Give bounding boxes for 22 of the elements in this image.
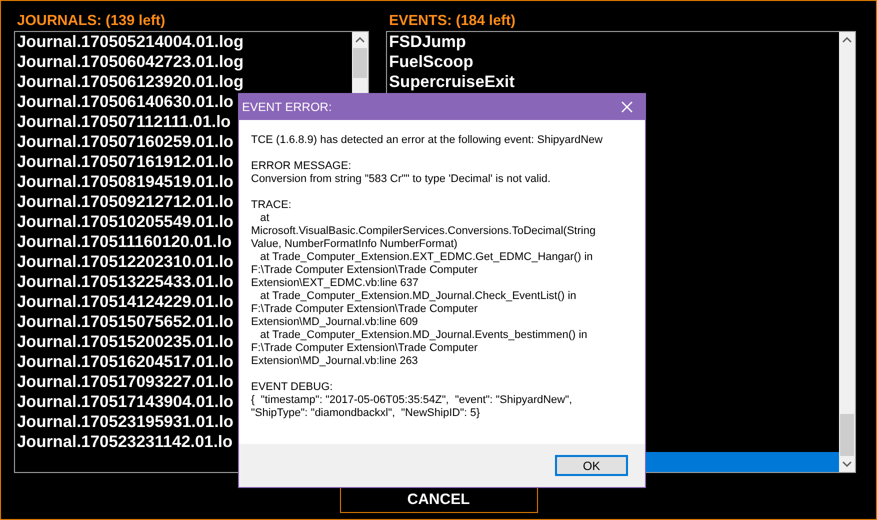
message-line: Conversion from string "583 Cr"" to type 'Decimal' is not valid. xyxy=(251,173,552,186)
message-line: Value, NumberFormatInfo NumberFormat) xyxy=(251,238,458,251)
message-line: at Trade_Computer_Extension.MD_Journal.Check_EventList() in xyxy=(259,290,578,303)
message-line: at Trade_Computer_Extension.EXT_EDMC.Get_EDMC_Hangar() in xyxy=(259,251,594,264)
dialog-title: EVENT ERROR: xyxy=(242,100,332,114)
journals-title: JOURNALS: (139 left) xyxy=(16,12,166,31)
message-line: TRACE: xyxy=(251,199,292,212)
message-line: Extension\MD_Journal.vb:line 263 xyxy=(251,355,419,368)
message-line: { "timestamp": "2017-05-06T05:35:54Z", "event": "ShipyardNew", xyxy=(251,394,574,407)
message-line: F:\Trade Computer Extension\Trade Computer xyxy=(251,303,479,316)
message-line: Extension\EXT_EDMC.vb:line 637 xyxy=(251,277,420,290)
events-title: EVENTS: (184 left) xyxy=(388,12,516,31)
message-line: Extension\MD_Journal.vb:line 609 xyxy=(251,316,419,329)
message-line: at xyxy=(259,212,270,225)
message-line: EVENT DEBUG: xyxy=(251,381,334,394)
message-line: F:\Trade Computer Extension\Trade Computer xyxy=(251,264,479,277)
message-line: Microsoft.VisualBasic.CompilerServices.Conversions.ToDecimal(String xyxy=(251,225,597,238)
message-line: TCE (1.6.8.9) has detected an error at the following event: ShipyardNew xyxy=(251,134,604,147)
message-line: F:\Trade Computer Extension\Trade Computer xyxy=(251,342,479,355)
message-line: ERROR MESSAGE: xyxy=(251,160,352,173)
message-line: "ShipType": "diamondbackxl", "NewShipID": 5} xyxy=(251,407,481,420)
message-line: at Trade_Computer_Extension.MD_Journal.Events_bestimmen() in xyxy=(259,329,588,342)
